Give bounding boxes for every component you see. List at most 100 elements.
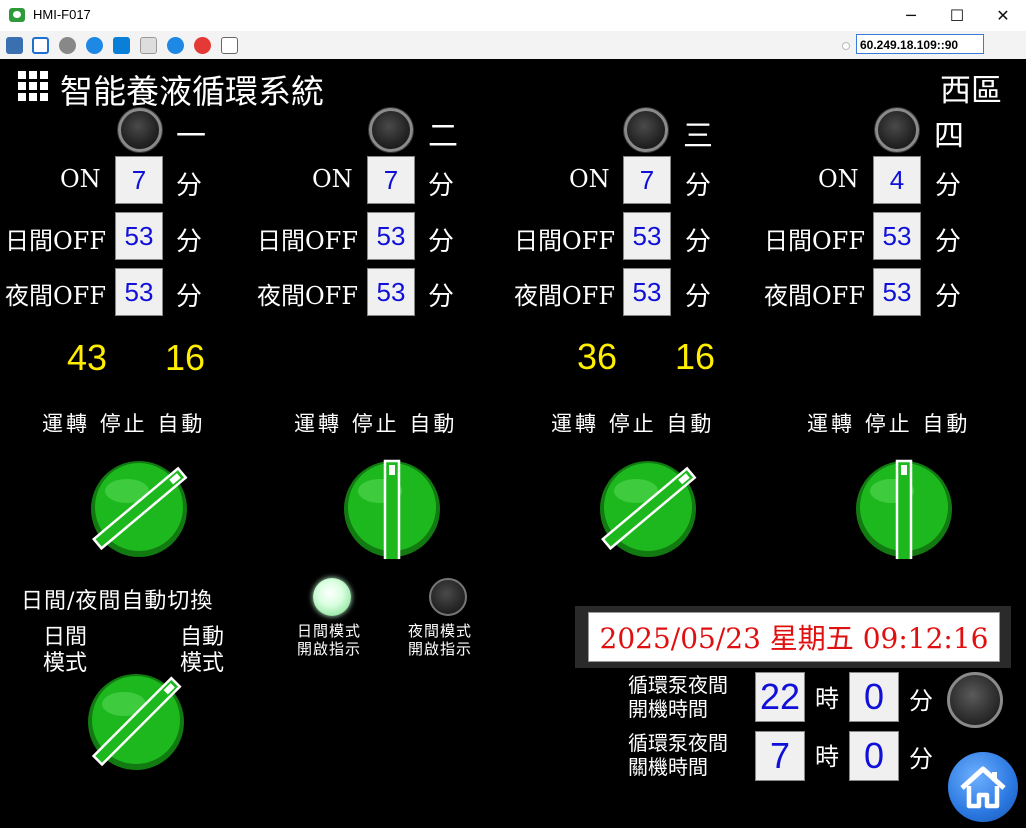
pump-off-line-1: 循環泵夜間 bbox=[628, 731, 728, 755]
night-off-label: 夜間OFF bbox=[514, 282, 615, 310]
night-off-label: 夜間OFF bbox=[257, 282, 358, 310]
daynight-selector-knob[interactable] bbox=[86, 672, 186, 772]
on-time-input[interactable]: 4 bbox=[873, 156, 921, 204]
knob-labels: 運轉 停止 自動 bbox=[807, 408, 970, 438]
pump-on-minute-input[interactable]: 0 bbox=[849, 672, 899, 722]
auto-label: 自動 bbox=[666, 412, 715, 436]
run-label: 運轉 bbox=[807, 412, 855, 436]
night-mode-indicator-led bbox=[429, 578, 467, 616]
day-off-label: 日間OFF bbox=[5, 227, 106, 255]
daynight-switch-title: 日間/夜間自動切換 bbox=[21, 589, 214, 614]
page-title: 智能養液循環系統 bbox=[60, 72, 324, 111]
night-off-input[interactable]: 53 bbox=[367, 268, 415, 316]
night-off-input[interactable]: 53 bbox=[623, 268, 671, 316]
maximize-button[interactable]: ☐ bbox=[934, 0, 980, 31]
night-off-input[interactable]: 53 bbox=[115, 268, 163, 316]
knob-labels: 運轉 停止 自動 bbox=[551, 408, 714, 438]
mode-selector-knob-1[interactable] bbox=[89, 459, 189, 559]
windows-icon[interactable] bbox=[113, 37, 130, 54]
title-bar: HMI-F017 ─ ☐ ✕ bbox=[0, 0, 1026, 32]
info-icon[interactable] bbox=[167, 37, 184, 54]
pump-3-status-led bbox=[624, 108, 668, 152]
pump-status-led bbox=[947, 672, 1003, 728]
region-label: 西區 bbox=[940, 73, 1002, 109]
column-2-label: 二 bbox=[428, 119, 458, 154]
connection-dot bbox=[842, 42, 850, 50]
on-label: ON bbox=[60, 165, 101, 193]
auto-mode-line-2: 模式 bbox=[180, 651, 225, 676]
run-label: 運轉 bbox=[294, 412, 342, 436]
mode-selector-knob-3[interactable] bbox=[598, 459, 698, 559]
network-icon[interactable] bbox=[6, 37, 23, 54]
day-off-label: 日間OFF bbox=[514, 227, 615, 255]
day-off-label: 日間OFF bbox=[764, 227, 865, 255]
pump-off-minute-input[interactable]: 0 bbox=[849, 731, 899, 781]
night-off-input[interactable]: 53 bbox=[873, 268, 921, 316]
grid-menu-icon[interactable] bbox=[18, 71, 48, 101]
column-3-label: 三 bbox=[683, 119, 713, 154]
day-mode-line-1: 日間 bbox=[43, 625, 88, 650]
day-off-input[interactable]: 53 bbox=[367, 212, 415, 260]
on-time-input[interactable]: 7 bbox=[115, 156, 163, 204]
on-time-input[interactable]: 7 bbox=[623, 156, 671, 204]
refresh-icon[interactable] bbox=[86, 37, 103, 54]
unit-label: 分 bbox=[176, 282, 203, 312]
on-label: ON bbox=[818, 165, 859, 193]
download-icon[interactable] bbox=[221, 37, 238, 54]
unit-label: 分 bbox=[176, 227, 203, 257]
night-off-label: 夜間OFF bbox=[764, 282, 865, 310]
knob-labels: 運轉 停止 自動 bbox=[42, 408, 205, 438]
column-4-label: 四 bbox=[934, 119, 964, 154]
unit-label: 分 bbox=[428, 282, 455, 312]
unit-label: 分 bbox=[685, 171, 712, 201]
counter-a: 36 bbox=[577, 336, 618, 377]
home-icon bbox=[960, 766, 1006, 809]
counter-a: 43 bbox=[67, 337, 108, 378]
auto-label: 自動 bbox=[157, 412, 206, 436]
pump-2-status-led bbox=[369, 108, 413, 152]
mode-selector-knob-2[interactable] bbox=[342, 459, 442, 559]
auto-mode-line-1: 自動 bbox=[180, 625, 225, 650]
stop-label: 停止 bbox=[608, 412, 657, 436]
pump-4-status-led bbox=[875, 108, 919, 152]
unit-label: 分 bbox=[428, 171, 455, 201]
day-indicator-line-1: 日間模式 bbox=[297, 622, 362, 640]
day-off-input[interactable]: 53 bbox=[115, 212, 163, 260]
stop-icon[interactable] bbox=[194, 37, 211, 54]
hmi-screen: 智能養液循環系統 西區 一 ON 7 分 日間OFF 53 分 夜間OFF 53… bbox=[0, 59, 1026, 828]
run-label: 運轉 bbox=[42, 412, 90, 436]
auto-label: 自動 bbox=[409, 412, 458, 436]
close-button[interactable]: ✕ bbox=[980, 0, 1026, 31]
stop-label: 停止 bbox=[99, 412, 148, 436]
night-indicator-line-1: 夜間模式 bbox=[408, 622, 473, 640]
unit-label: 分 bbox=[176, 171, 203, 201]
stop-label: 停止 bbox=[351, 412, 400, 436]
pump-on-time-label: 循環泵夜間 開機時間 bbox=[628, 673, 728, 721]
on-label: ON bbox=[569, 165, 610, 193]
day-indicator-line-2: 開啟指示 bbox=[297, 640, 362, 658]
pump-off-line-2: 關機時間 bbox=[628, 755, 708, 779]
auto-mode-label: 自動 模式 bbox=[180, 625, 224, 677]
unit-label: 分 bbox=[685, 282, 712, 312]
address-field[interactable]: 60.249.18.109::90 bbox=[856, 34, 984, 54]
on-label: ON bbox=[312, 165, 353, 193]
pump-on-line-1: 循環泵夜間 bbox=[628, 673, 728, 697]
day-off-input[interactable]: 53 bbox=[873, 212, 921, 260]
pump-1-status-led bbox=[118, 108, 162, 152]
keyboard-icon[interactable] bbox=[140, 37, 157, 54]
minimize-button[interactable]: ─ bbox=[888, 0, 934, 31]
night-indicator-line-2: 開啟指示 bbox=[408, 640, 473, 658]
on-time-input[interactable]: 7 bbox=[367, 156, 415, 204]
fullscreen-icon[interactable] bbox=[32, 37, 49, 54]
pump-on-hour-input[interactable]: 22 bbox=[755, 672, 805, 722]
night-off-label: 夜間OFF bbox=[5, 282, 106, 310]
mode-selector-knob-4[interactable] bbox=[854, 459, 954, 559]
home-button[interactable] bbox=[948, 752, 1018, 822]
pump-off-hour-input[interactable]: 7 bbox=[755, 731, 805, 781]
run-label: 運轉 bbox=[551, 412, 599, 436]
hour-unit-label: 時 bbox=[815, 743, 839, 771]
gear-icon[interactable] bbox=[59, 37, 76, 54]
knob-labels: 運轉 停止 自動 bbox=[294, 408, 457, 438]
day-off-input[interactable]: 53 bbox=[623, 212, 671, 260]
day-mode-indicator-label: 日間模式 開啟指示 bbox=[297, 622, 361, 658]
